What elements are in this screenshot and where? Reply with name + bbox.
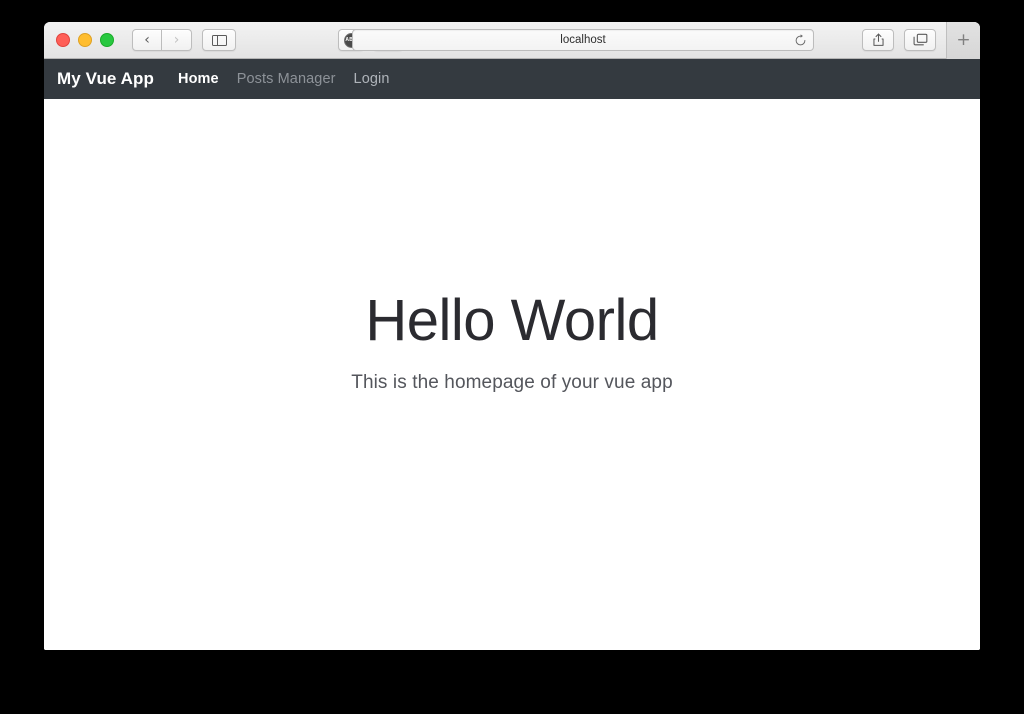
nav-link-home[interactable]: Home [178, 71, 219, 87]
reload-button[interactable] [793, 33, 807, 47]
chevron-right-icon: › [174, 33, 180, 47]
app-navbar: My Vue App Home Posts Manager Login [44, 59, 980, 99]
navbar-links: Home Posts Manager Login [178, 71, 390, 87]
address-bar-text: localhost [560, 34, 605, 46]
close-window-button[interactable] [56, 33, 70, 47]
browser-toolbar: ‹ › ABP ••• localhost [44, 22, 980, 59]
plus-icon: + [956, 32, 970, 49]
tabs-overview-icon [913, 33, 928, 47]
maximize-window-button[interactable] [100, 33, 114, 47]
nav-link-login[interactable]: Login [354, 71, 390, 87]
navigation-buttons: ‹ › [132, 29, 192, 51]
share-icon [872, 33, 885, 47]
tabs-overview-button[interactable] [904, 29, 936, 51]
page-title: Hello World [365, 292, 658, 350]
sidebar-icon [212, 35, 227, 46]
address-bar[interactable]: localhost [352, 29, 814, 51]
forward-button[interactable]: › [162, 29, 192, 51]
page-content: Hello World This is the homepage of your… [44, 99, 980, 650]
page-subtitle: This is the homepage of your vue app [351, 372, 673, 394]
nav-link-posts-manager[interactable]: Posts Manager [237, 71, 336, 87]
minimize-window-button[interactable] [78, 33, 92, 47]
sidebar-toggle-button[interactable] [202, 29, 236, 51]
navbar-brand[interactable]: My Vue App [57, 69, 154, 89]
share-button[interactable] [862, 29, 894, 51]
back-button[interactable]: ‹ [132, 29, 162, 51]
reload-icon [794, 34, 807, 47]
browser-window: ‹ › ABP ••• localhost [44, 22, 980, 650]
toolbar-right-group: + [862, 22, 980, 58]
window-controls [56, 33, 114, 47]
chevron-left-icon: ‹ [144, 33, 150, 47]
new-tab-button[interactable]: + [946, 22, 980, 59]
